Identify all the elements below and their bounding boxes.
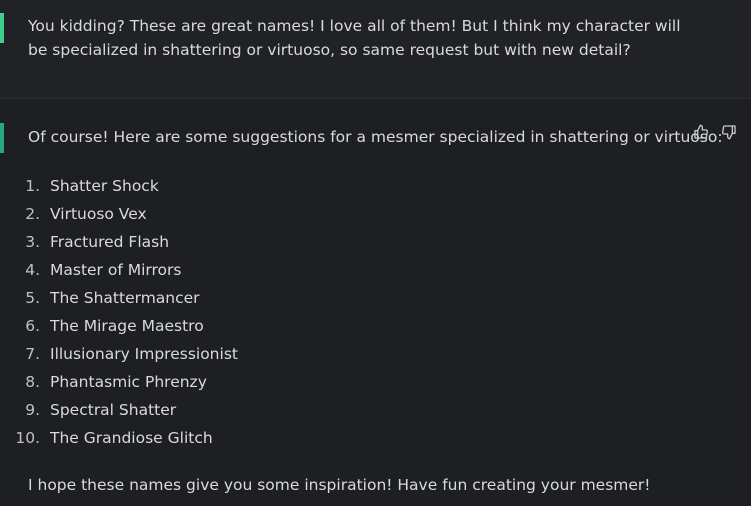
list-number: 8. <box>25 373 40 391</box>
chat-view: You kidding? These are great names! I lo… <box>0 0 751 506</box>
list-number: 5. <box>25 289 40 307</box>
list-item-text: Virtuoso Vex <box>50 205 147 223</box>
user-accent-bar <box>0 13 4 43</box>
thumbs-up-icon <box>693 124 709 144</box>
assistant-message: Of course! Here are some suggestions for… <box>0 99 751 506</box>
list-item-text: The Shattermancer <box>50 289 200 307</box>
list-number: 7. <box>25 345 40 363</box>
list-number: 4. <box>25 261 40 279</box>
list-number: 9. <box>25 401 40 419</box>
assistant-accent-bar <box>0 123 4 153</box>
list-item-text: Shatter Shock <box>50 177 159 195</box>
list-item-text: Illusionary Impressionist <box>50 345 238 363</box>
thumbs-down-button[interactable] <box>720 125 738 143</box>
list-number: 6. <box>25 317 40 335</box>
user-message-text: You kidding? These are great names! I lo… <box>28 17 681 59</box>
list-item-text: Fractured Flash <box>50 233 170 251</box>
user-message: You kidding? These are great names! I lo… <box>0 0 751 98</box>
list-number: 1. <box>25 177 40 195</box>
list-item-text: Phantasmic Phrenzy <box>50 373 207 391</box>
thumbs-down-icon <box>721 124 737 144</box>
list-item-text: Spectral Shatter <box>50 401 177 419</box>
list-number: 3. <box>25 233 40 251</box>
list-item-text: The Grandiose Glitch <box>50 429 213 447</box>
list-number: 2. <box>25 205 40 223</box>
assistant-closing-text: I hope these names give you some inspira… <box>28 476 651 494</box>
list-item-text: Master of Mirrors <box>50 261 182 279</box>
list-item-text: The Mirage Maestro <box>50 317 204 335</box>
thumbs-up-button[interactable] <box>692 124 710 144</box>
assistant-intro-text: Of course! Here are some suggestions for… <box>28 128 723 146</box>
list-number: 10. <box>15 429 40 447</box>
